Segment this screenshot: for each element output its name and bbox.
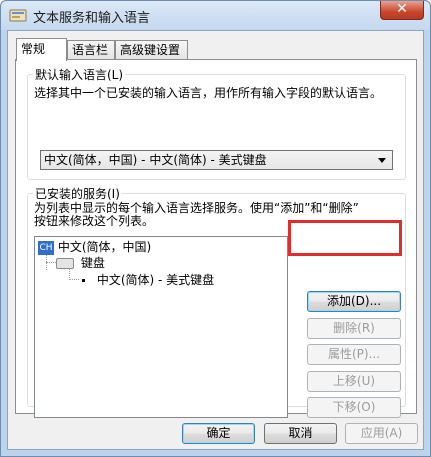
default-input-language-description: 选择其中一个已安装的输入语言，用作所有输入字段的默认语言。 bbox=[34, 86, 383, 100]
default-input-language-value: 中文(简体，中国) - 中文(简体) - 美式键盘 bbox=[44, 153, 267, 167]
cancel-button[interactable]: 取消 bbox=[264, 423, 337, 444]
tree-connector bbox=[46, 262, 56, 263]
dialog-window: 文本服务和输入语言 ✕ 常规 语言栏 高级键设置 默认输入语言(L) 选择其中一… bbox=[0, 0, 431, 457]
installed-services-label: 已安装的服务(I) bbox=[33, 185, 122, 202]
installed-services-description-line1: 为列表中显示的每个输入语言选择服务。使用“添加”和“删除” bbox=[34, 201, 359, 215]
window-title: 文本服务和输入语言 bbox=[33, 11, 151, 26]
ok-button[interactable]: 确定 bbox=[182, 423, 255, 444]
tab-language-bar[interactable]: 语言栏 bbox=[67, 40, 115, 60]
language-badge-icon: CH bbox=[38, 240, 54, 255]
remove-button[interactable]: 删除(R) bbox=[307, 318, 401, 339]
tab-general[interactable]: 常规 bbox=[16, 38, 67, 61]
text-services-icon bbox=[9, 9, 27, 22]
tree-item-language[interactable]: CH 中文(简体，中国) bbox=[38, 239, 151, 255]
tree-item-service[interactable]: 中文(简体) - 美式键盘 bbox=[82, 272, 214, 288]
move-down-button[interactable]: 下移(O) bbox=[307, 397, 401, 418]
close-icon: ✕ bbox=[396, 1, 408, 17]
title-bar[interactable]: 文本服务和输入语言 ✕ bbox=[1, 1, 430, 30]
dropdown-arrow-icon bbox=[378, 158, 386, 163]
tree-item-keyboard-label: 键盘 bbox=[80, 256, 105, 270]
tab-advanced-key-settings[interactable]: 高级键设置 bbox=[115, 40, 188, 60]
default-input-language-label: 默认输入语言(L) bbox=[33, 66, 126, 83]
add-button-highlight bbox=[288, 220, 402, 256]
installed-services-tree[interactable]: CH 中文(简体，中国) 键盘 中文(简体) - 美式键盘 bbox=[34, 236, 288, 418]
tree-connector bbox=[69, 279, 79, 280]
default-input-language-dropdown[interactable]: 中文(简体，中国) - 中文(简体) - 美式键盘 bbox=[40, 150, 393, 170]
bullet-icon bbox=[82, 279, 85, 282]
tree-item-language-label: 中文(简体，中国) bbox=[57, 240, 152, 254]
installed-services-description-line2: 按钮来修改这个列表。 bbox=[34, 214, 155, 228]
keyboard-icon bbox=[56, 258, 74, 269]
move-up-button[interactable]: 上移(U) bbox=[307, 371, 401, 392]
tree-item-service-label: 中文(简体) - 美式键盘 bbox=[96, 273, 215, 287]
close-button[interactable]: ✕ bbox=[380, 1, 424, 20]
tree-item-keyboard[interactable]: 键盘 bbox=[56, 255, 105, 271]
properties-button[interactable]: 属性(P)... bbox=[307, 344, 401, 365]
add-button[interactable]: 添加(D)... bbox=[307, 291, 401, 312]
apply-button[interactable]: 应用(A) bbox=[345, 423, 418, 444]
